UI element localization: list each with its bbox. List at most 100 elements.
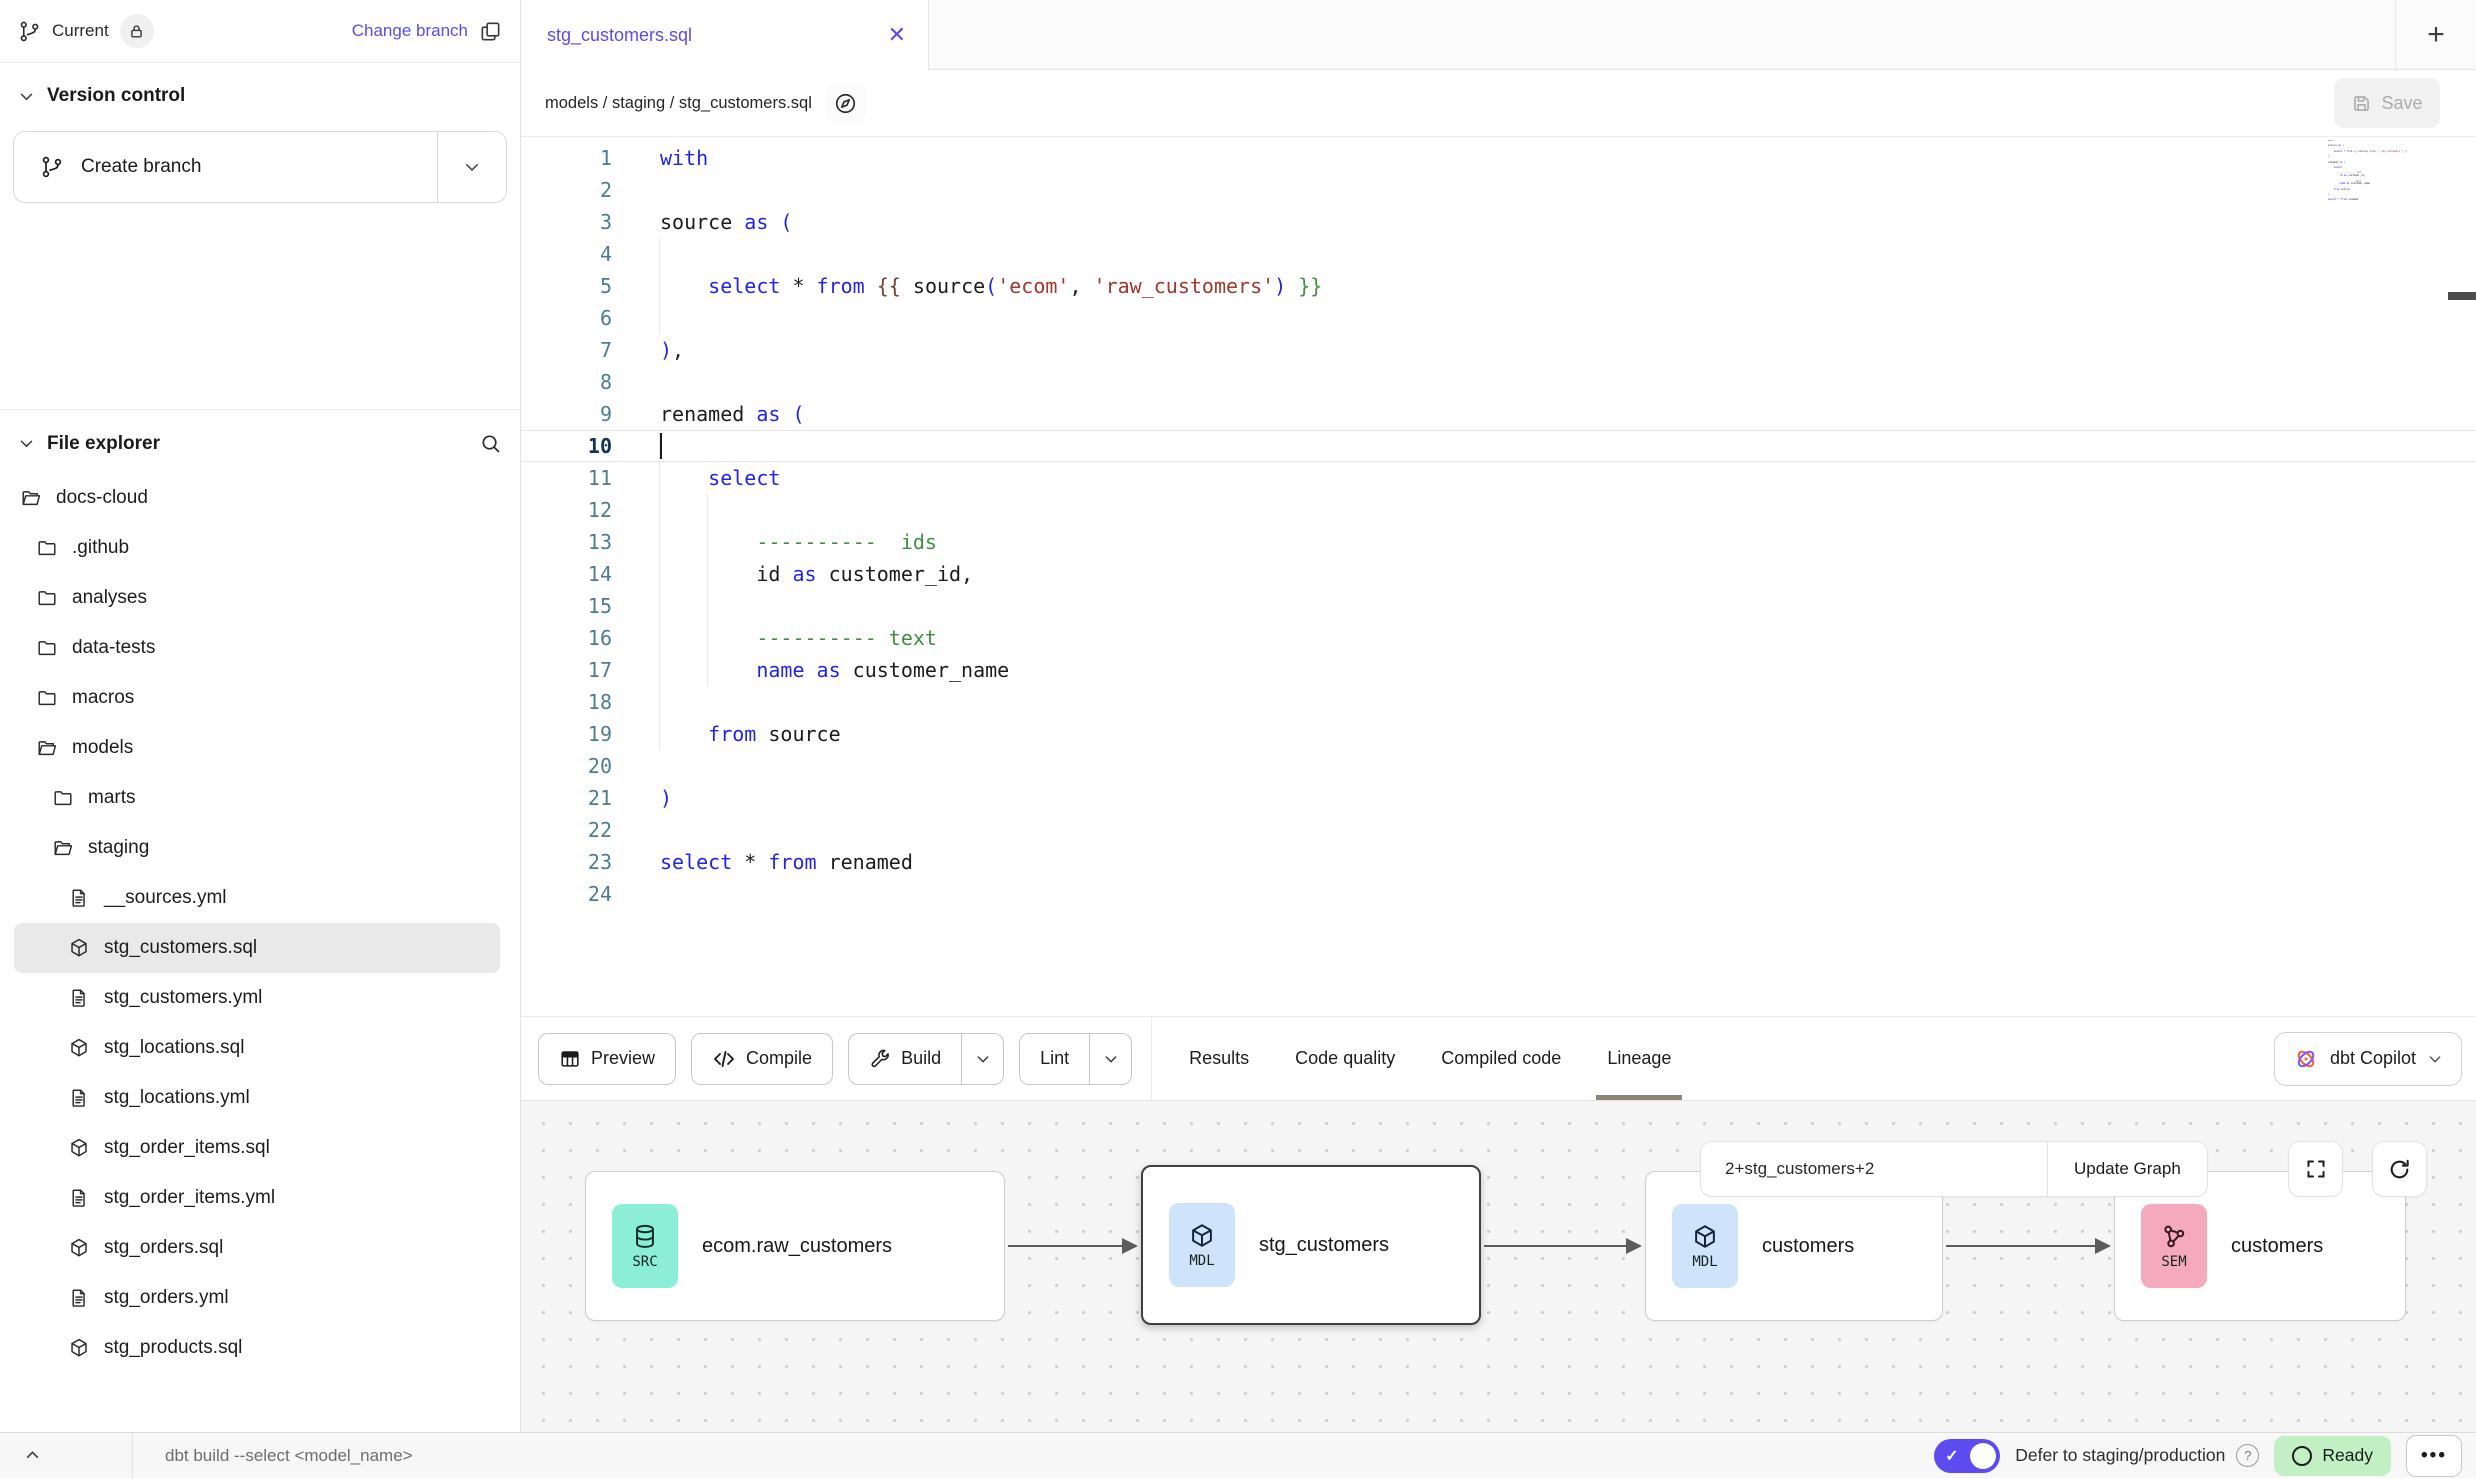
version-control-title: Version control: [47, 85, 185, 107]
folder-open-icon: [52, 837, 74, 859]
code-editor[interactable]: 123456789101112131415161718192021222324 …: [521, 137, 2476, 1016]
lint-label: Lint: [1040, 1048, 1069, 1069]
command-input[interactable]: dbt build --select <model_name>: [165, 1446, 413, 1466]
lint-menu-button[interactable]: [1089, 1034, 1131, 1084]
code-line-20: [660, 750, 2316, 782]
semantic-icon: [2160, 1223, 2188, 1251]
build-menu-button[interactable]: [961, 1034, 1003, 1084]
help-icon[interactable]: ?: [2236, 1444, 2259, 1467]
file-explorer-header[interactable]: File explorer: [0, 410, 520, 469]
line-number: 9: [521, 398, 612, 430]
line-number: 20: [521, 750, 612, 782]
file-name: data-tests: [72, 637, 155, 659]
line-number: 12: [521, 494, 612, 526]
model-icon: [68, 1137, 90, 1159]
file-search-icon[interactable]: [479, 432, 502, 455]
line-number: 3: [521, 206, 612, 238]
database-icon: [631, 1223, 659, 1251]
node-title: customers: [1762, 1235, 1854, 1258]
collapse-command-bar-button[interactable]: [0, 1446, 64, 1465]
refresh-button[interactable]: [2372, 1141, 2427, 1197]
current-branch-label: Current: [52, 21, 109, 41]
line-number: 7: [521, 334, 612, 366]
file-tree-item-stg-customers-sql[interactable]: stg_customers.sql: [14, 923, 500, 973]
code-line-14: id as customer_id,: [660, 558, 2316, 590]
action-bar: Preview Compile Build: [521, 1016, 2476, 1100]
lineage-node-ecom-raw-customers[interactable]: SRCecom.raw_customers: [585, 1171, 1005, 1321]
code-line-8: [660, 366, 2316, 398]
folder-open-icon: [36, 737, 58, 759]
lint-button[interactable]: Lint: [1020, 1034, 1089, 1084]
file-tree-item-data-tests[interactable]: data-tests: [14, 623, 500, 673]
copy-icon[interactable]: [479, 20, 502, 43]
code-line-6: [660, 302, 2316, 334]
create-branch-split-button: Create branch: [13, 131, 507, 203]
defer-toggle[interactable]: ✓: [1934, 1439, 2000, 1473]
explore-lineage-button[interactable]: [826, 83, 866, 123]
lineage-canvas[interactable]: SRCecom.raw_customers MDLstg_customersMDL…: [521, 1100, 2476, 1432]
lineage-selector-input[interactable]: 2+stg_customers+2: [1701, 1142, 2047, 1196]
lineage-node-stg-customers[interactable]: MDLstg_customers: [1141, 1165, 1481, 1325]
editor-tabstrip: stg_customers.sql ✕ +: [521, 0, 2476, 70]
file-tree-item-stg-orders-sql[interactable]: stg_orders.sql: [14, 1223, 500, 1273]
file-tree-item-stg-locations-sql[interactable]: stg_locations.sql: [14, 1023, 500, 1073]
file-explorer-title: File explorer: [47, 433, 160, 455]
tab-close-icon[interactable]: ✕: [888, 24, 906, 46]
file-tree-item--sources-yml[interactable]: __sources.yml: [14, 873, 500, 923]
tab-stg-customers-sql[interactable]: stg_customers.sql ✕: [521, 0, 929, 70]
node-type-label: MDL: [1189, 1253, 1214, 1269]
overflow-menu-button[interactable]: •••: [2406, 1435, 2462, 1477]
version-control-header[interactable]: Version control: [0, 63, 520, 121]
line-number: 19: [521, 718, 612, 750]
save-button[interactable]: Save: [2334, 78, 2440, 128]
create-branch-label: Create branch: [81, 156, 201, 178]
fullscreen-button[interactable]: [2288, 1141, 2343, 1197]
code-line-12: [660, 494, 2316, 526]
file-tree-item-analyses[interactable]: analyses: [14, 573, 500, 623]
check-icon: ✓: [1945, 1446, 1958, 1466]
preview-label: Preview: [591, 1048, 655, 1069]
compile-button[interactable]: Compile: [691, 1033, 833, 1085]
file-name: stg_orders.yml: [104, 1287, 229, 1309]
dbt-copilot-label: dbt Copilot: [2330, 1048, 2416, 1069]
file-tree-item-docs-cloud[interactable]: docs-cloud: [14, 473, 500, 523]
preview-button[interactable]: Preview: [538, 1033, 676, 1085]
chevron-down-icon: [18, 435, 35, 452]
scrollbar-thumb[interactable]: [2448, 292, 2476, 300]
create-branch-button[interactable]: Create branch: [14, 132, 437, 202]
file-tree-item-staging[interactable]: staging: [14, 823, 500, 873]
code-line-15: [660, 590, 2316, 622]
status-badge: Ready: [2274, 1436, 2391, 1476]
panel-tab-compiled-code[interactable]: Compiled code: [1418, 1017, 1584, 1100]
change-branch-link[interactable]: Change branch: [352, 21, 468, 41]
code-line-13: ---------- ids: [660, 526, 2316, 558]
new-tab-button[interactable]: +: [2395, 0, 2476, 69]
file-tree-item-macros[interactable]: macros: [14, 673, 500, 723]
minimap[interactable]: with source as ( select * from {{ source…: [2328, 140, 2446, 205]
line-number: 21: [521, 782, 612, 814]
file-tree-item-stg-locations-yml[interactable]: stg_locations.yml: [14, 1073, 500, 1123]
panel-tabs: ResultsCode qualityCompiled codeLineage: [1166, 1017, 1694, 1100]
panel-tab-results[interactable]: Results: [1166, 1017, 1272, 1100]
folder-icon: [36, 587, 58, 609]
file-tree-item-stg-order-items-yml[interactable]: stg_order_items.yml: [14, 1173, 500, 1223]
file-tree-item-stg-products-sql[interactable]: stg_products.sql: [14, 1323, 500, 1373]
file-tree-item-marts[interactable]: marts: [14, 773, 500, 823]
file-tree-item--github[interactable]: .github: [14, 523, 500, 573]
file-name: stg_order_items.sql: [104, 1137, 270, 1159]
file-tree-item-models[interactable]: models: [14, 723, 500, 773]
create-branch-menu-button[interactable]: [438, 132, 506, 202]
panel-tab-lineage[interactable]: Lineage: [1584, 1017, 1694, 1100]
panel-tab-code-quality[interactable]: Code quality: [1272, 1017, 1418, 1100]
tab-title: stg_customers.sql: [547, 25, 888, 46]
build-button[interactable]: Build: [849, 1034, 961, 1084]
git-branch-icon: [18, 20, 41, 43]
update-graph-button[interactable]: Update Graph: [2048, 1142, 2207, 1196]
file-tree-item-stg-order-items-sql[interactable]: stg_order_items.sql: [14, 1123, 500, 1173]
file-tree-item-stg-customers-yml[interactable]: stg_customers.yml: [14, 973, 500, 1023]
file-tree-item-stg-orders-yml[interactable]: stg_orders.yml: [14, 1273, 500, 1323]
line-number: 18: [521, 686, 612, 718]
file-icon: [68, 1287, 90, 1309]
dbt-copilot-button[interactable]: dbt Copilot: [2274, 1032, 2462, 1086]
git-branch-icon: [40, 155, 64, 179]
